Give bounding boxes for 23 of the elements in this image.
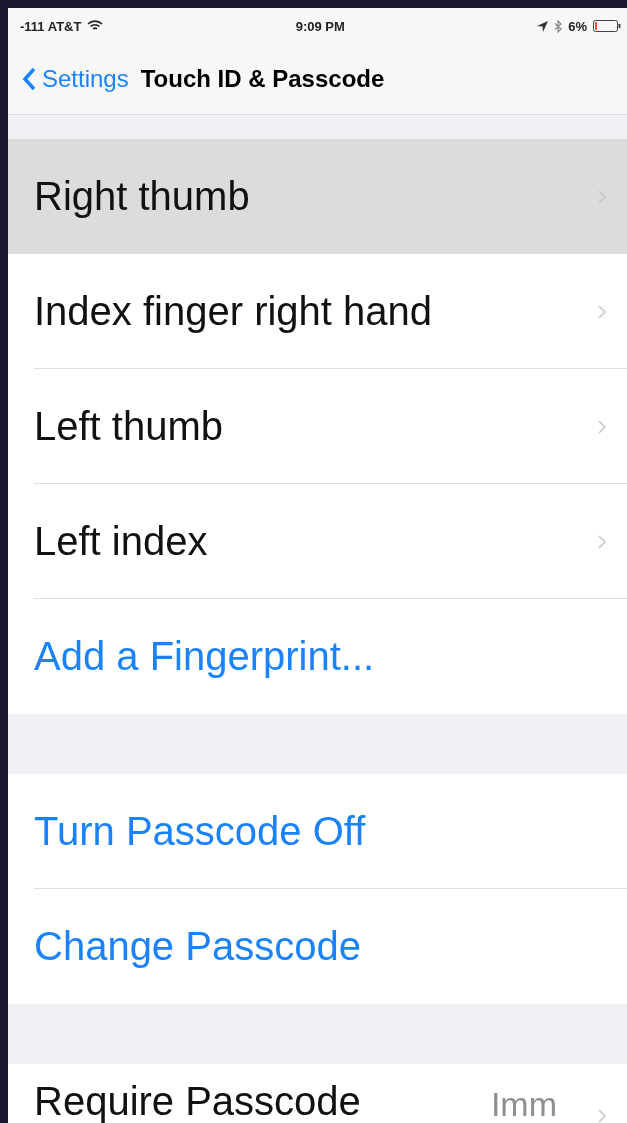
wifi-icon: [87, 20, 104, 32]
chevron-right-icon: [597, 533, 607, 550]
carrier-text: -111 AT&T: [20, 18, 82, 34]
chevron-left-icon: [22, 67, 36, 91]
row-label: Right thumb: [34, 174, 251, 219]
row-label: Require Passcode: [34, 1079, 362, 1123]
row-label: Index finger right hand: [34, 289, 434, 334]
nav-title: Touch ID & Passcode: [140, 65, 385, 93]
row-label: Left index: [34, 519, 209, 564]
list-row[interactable]: Right thumb: [8, 139, 627, 254]
row-label: Add a Fingerprint...: [34, 634, 376, 679]
battery-percent-text: 6%: [568, 18, 587, 34]
chevron-right-icon: [597, 303, 607, 320]
bluetooth-icon: [554, 19, 563, 33]
row-label: Left thumb: [34, 404, 224, 449]
chevron-right-icon: [597, 1108, 607, 1123]
battery-icon: [593, 20, 621, 32]
chevron-right-icon: [597, 418, 607, 435]
row-label: Change Passcode: [34, 924, 362, 969]
location-arrow-icon: [537, 20, 549, 32]
time-text: 9:09 PM: [295, 18, 345, 34]
row-label: Turn Passcode Off: [34, 809, 367, 854]
row-value: Imm: [490, 1085, 557, 1123]
